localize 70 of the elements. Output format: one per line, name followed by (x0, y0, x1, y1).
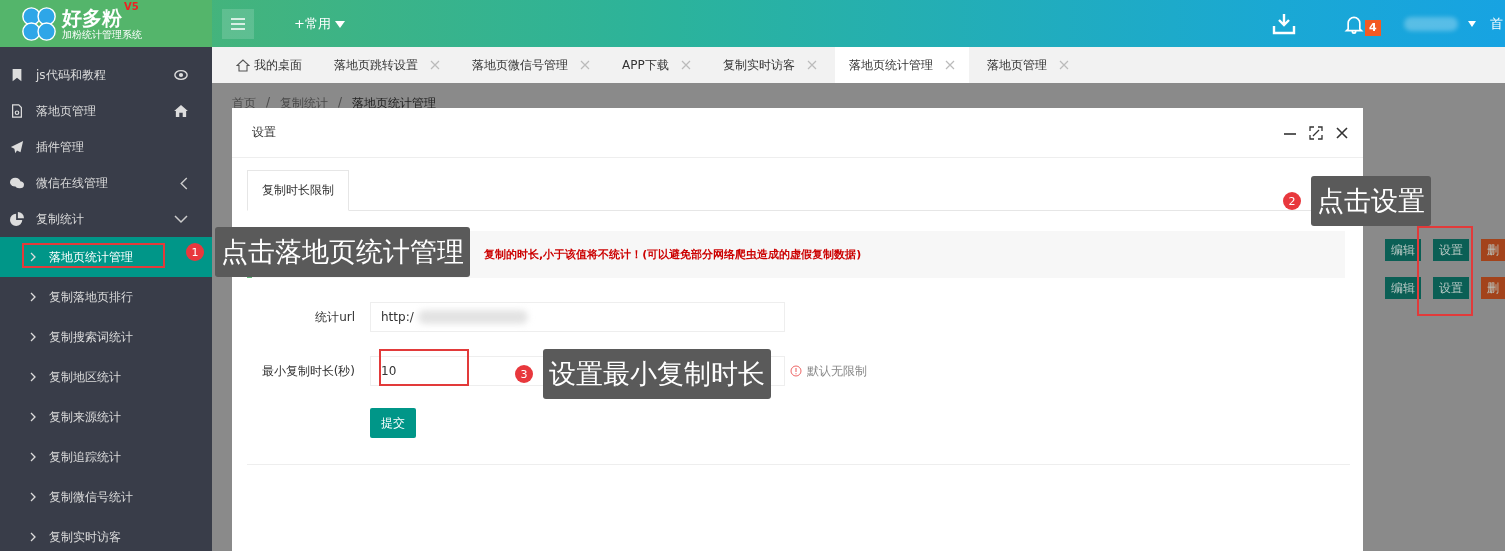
page-tab[interactable]: APP下载 (608, 47, 705, 83)
chevron-left-icon (180, 176, 188, 190)
caret-icon[interactable] (1468, 20, 1476, 27)
logo-subtitle: 加粉统计管理系统 (62, 28, 142, 41)
dialog-title: 设置 (252, 124, 277, 141)
chevron-right-icon (30, 252, 36, 262)
callout-tooltip: 点击落地页统计管理 (215, 227, 470, 277)
chevron-right-icon (30, 492, 36, 502)
page-tab[interactable]: 落地页统计管理 (834, 47, 969, 83)
plane-icon (10, 140, 24, 154)
close-icon[interactable] (1335, 125, 1349, 140)
breadcrumb-separator: / (266, 95, 271, 111)
page-tab[interactable]: 落地页管理 (972, 47, 1083, 83)
version-label: V5 (124, 0, 139, 12)
notice-text: 复制的时长,小于该值将不统计！(可以避免部分网络爬虫造成的虚假复制数据) (484, 247, 862, 262)
pie-icon (10, 212, 24, 226)
page-tab[interactable]: 落地页跳转设置 (320, 47, 454, 83)
breadcrumb-separator: / (338, 95, 343, 111)
page-tab[interactable]: 复制实时访客 (708, 47, 831, 83)
house-icon (236, 58, 250, 72)
menu-icon (231, 17, 245, 30)
sidebar-item[interactable]: 落地页管理 (0, 93, 212, 129)
callout-tooltip: 点击设置 (1311, 176, 1431, 226)
table-action-button[interactable]: 编辑 (1385, 277, 1421, 299)
sidebar-subitem[interactable]: 复制追踪统计 (0, 437, 212, 477)
clover-logo-icon (20, 4, 58, 43)
chat-icon (10, 176, 24, 190)
chevron-down-icon (174, 213, 188, 225)
submit-button[interactable]: 提交 (370, 408, 416, 438)
chevron-right-icon (30, 532, 36, 542)
sidebar-subitem[interactable]: 复制微信号统计 (0, 477, 212, 517)
page-tab[interactable]: 我的桌面 (222, 47, 316, 83)
file-icon (10, 104, 24, 118)
sidebar-item[interactable]: js代码和教程 (0, 57, 212, 93)
chevron-right-icon (30, 412, 36, 422)
field-hint: 默认无限制 (807, 362, 867, 380)
page-tab[interactable]: 落地页微信号管理 (458, 47, 604, 83)
bookmark-icon (10, 68, 24, 82)
sidebar-item[interactable]: 复制统计 (0, 201, 212, 237)
sidebar-subitem[interactable]: 复制搜索词统计 (0, 317, 212, 357)
input-field[interactable]: http:/ (370, 302, 785, 332)
house-icon (174, 105, 188, 117)
callout-tooltip: 设置最小复制时长 (543, 349, 771, 399)
table-action-button[interactable]: 设置 (1433, 277, 1469, 299)
chevron-right-icon (30, 332, 36, 342)
dialog-tab[interactable]: 复制时长限制 (247, 170, 349, 211)
sidebar-item[interactable]: 插件管理 (0, 129, 212, 165)
menu-toggle-button[interactable] (222, 8, 254, 39)
maximize-icon[interactable] (1309, 125, 1323, 140)
breadcrumb-link[interactable]: 落地页统计管理 (352, 95, 437, 112)
info-icon (790, 365, 802, 377)
blurred-user-name[interactable] (1404, 16, 1458, 31)
sidebar-subitem[interactable]: 复制地区统计 (0, 357, 212, 397)
table-action-button[interactable]: 删 (1481, 277, 1505, 299)
field-label: 统计url (314, 308, 356, 326)
field-label: 最小复制时长(秒) (260, 362, 356, 380)
sidebar-subitem[interactable]: 复制实时访客 (0, 517, 212, 551)
chevron-right-icon (30, 452, 36, 462)
download-icon[interactable] (1272, 11, 1296, 36)
sidebar-subitem[interactable]: 复制来源统计 (0, 397, 212, 437)
table-action-button[interactable]: 编辑 (1385, 239, 1421, 261)
sidebar-item[interactable]: 微信在线管理 (0, 165, 212, 201)
eye-icon (174, 69, 188, 81)
chevron-right-icon (30, 372, 36, 382)
table-action-button[interactable]: 设置 (1433, 239, 1469, 261)
sidebar-subitem[interactable]: 复制落地页排行 (0, 277, 212, 317)
chevron-right-icon (30, 292, 36, 302)
caret-icon (335, 20, 346, 28)
table-action-button[interactable]: 删 (1481, 239, 1505, 261)
notification-count: 4 (1365, 19, 1381, 36)
